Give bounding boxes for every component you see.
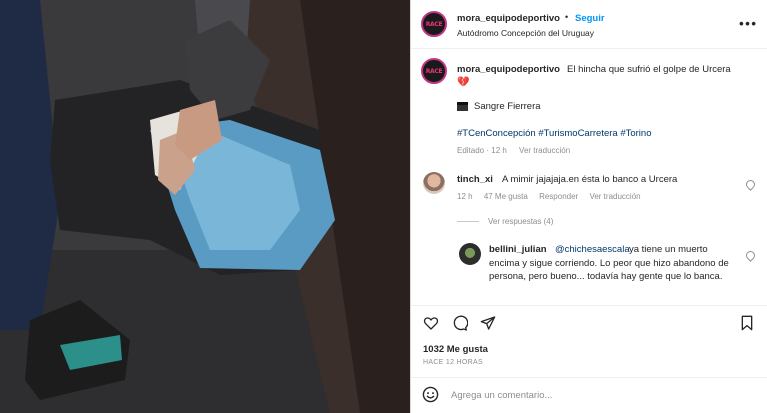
comment-username[interactable]: tinch_xi [457, 174, 493, 185]
reply-mention[interactable]: @chichesaescala [555, 244, 630, 255]
comment-reply-link[interactable]: Responder [539, 192, 578, 201]
view-replies-toggle[interactable]: Ver respuestas (4) [457, 217, 553, 226]
comment-input[interactable] [451, 388, 751, 402]
follow-button[interactable]: Seguir [575, 13, 605, 24]
broken-heart-emoji: 💔 [457, 77, 470, 88]
replies-dash [457, 221, 479, 222]
clapperboard-icon [457, 102, 468, 111]
comment-time: 12 h [457, 192, 473, 201]
comment-meta: 12 h 47 Me gusta Responder Ver traducció… [457, 192, 650, 201]
author-avatar[interactable]: RACE [421, 11, 447, 37]
post-photo-illustration [0, 0, 410, 413]
caption-meta: Editado · 12 h Ver traducción [457, 146, 570, 155]
post-likes-count[interactable]: 1032 Me gusta [423, 344, 488, 355]
comment-text: A mimir jajajaja.en ésta lo banco a Urce… [502, 174, 678, 185]
caption-hashtags[interactable]: #TCenConcepción #TurismoCarretera #Torin… [457, 128, 652, 139]
reply-username[interactable]: bellini_julian [489, 244, 547, 255]
comment-icon[interactable] [452, 315, 468, 331]
comment-avatar[interactable] [423, 172, 445, 194]
comment-translate-link[interactable]: Ver traducción [589, 192, 640, 201]
post-header: RACE mora_equipodeportivo • Seguir Autód… [411, 0, 767, 49]
author-avatar-logo: RACE [425, 20, 443, 28]
share-icon[interactable] [480, 315, 496, 331]
view-replies-label: Ver respuestas (4) [488, 217, 554, 226]
caption-line2: Sangre Fierrera [457, 101, 541, 112]
post-time-ago: HACE 12 HORAS [423, 359, 483, 366]
bookmark-icon[interactable] [739, 315, 755, 331]
caption-translate-link[interactable]: Ver traducción [519, 146, 570, 155]
caption-username[interactable]: mora_equipodeportivo [457, 64, 560, 75]
reply-avatar[interactable] [459, 243, 481, 265]
caption-avatar-logo: RACE [425, 67, 443, 75]
post-photo[interactable] [0, 0, 410, 413]
reply-text-body: encima y sigue corriendo. Lo peor que hi… [489, 258, 729, 282]
actions-divider [411, 305, 767, 306]
post-details-panel: RACE mora_equipodeportivo • Seguir Autód… [410, 0, 767, 413]
more-icon[interactable]: • • • [739, 16, 756, 31]
emoji-smile-icon[interactable] [422, 386, 439, 403]
caption-line2-text: Sangre Fierrera [474, 101, 541, 112]
comment-likes[interactable]: 47 Me gusta [484, 192, 528, 201]
caption-text: El hincha que sufrió el golpe de Urcera [567, 64, 731, 75]
caption-avatar[interactable]: RACE [421, 58, 447, 84]
like-icon[interactable] [423, 315, 439, 331]
separator-dot: • [565, 12, 569, 22]
caption-edited: Editado · 12 h [457, 146, 507, 155]
add-comment-bar [411, 377, 767, 413]
author-username[interactable]: mora_equipodeportivo [457, 13, 560, 24]
comment-heart-icon[interactable] [744, 178, 757, 191]
post-location[interactable]: Autódromo Concepción del Uruguay [457, 28, 594, 38]
reply-text-first-line: ya tiene un muerto [629, 244, 708, 255]
